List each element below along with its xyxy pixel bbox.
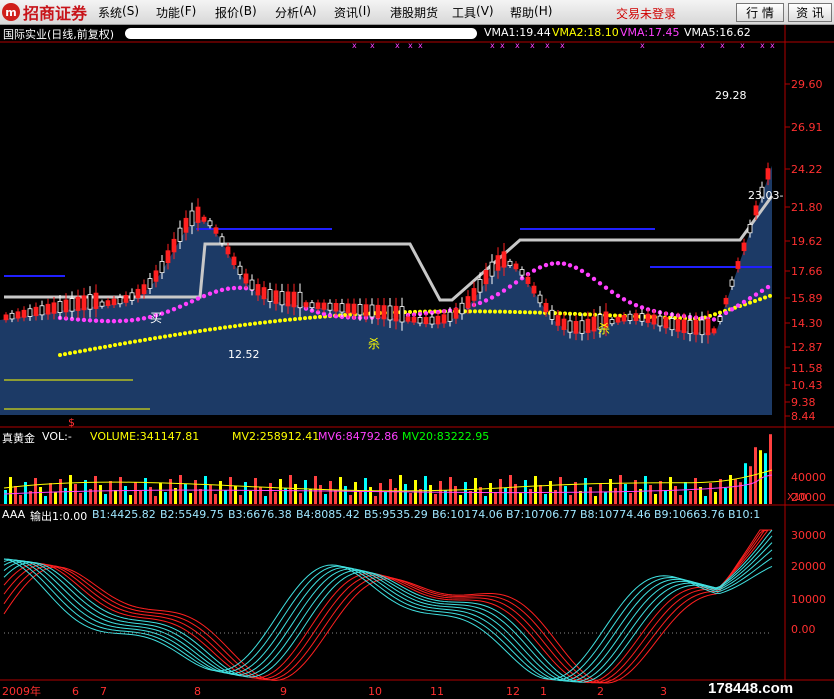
svg-text:x: x (515, 41, 520, 50)
buy-label: 买 (150, 311, 162, 325)
mid-annotation: 23.03- (748, 189, 783, 202)
svg-text:x: x (418, 41, 423, 50)
svg-text:x: x (760, 41, 765, 50)
sell-label-2: 杀 (598, 321, 610, 336)
ytick-label: 24.22 (791, 163, 823, 176)
aaa-ribbons (3, 529, 773, 684)
xaxis-label: 7 (100, 685, 107, 698)
svg-text:x: x (640, 41, 645, 50)
svg-text:x: x (370, 41, 375, 50)
ytick-label: 9.38 (791, 396, 816, 409)
dollar-marker: $ (68, 416, 75, 429)
sell-label-1: 杀 (368, 336, 380, 351)
ytick-label: 19.62 (791, 235, 823, 248)
vma1-line (4, 195, 774, 302)
low-annotation: 12.52 (228, 348, 260, 361)
volume-bars (4, 434, 772, 504)
aaa-tick-label: 30000 (791, 529, 826, 542)
aaa-tick-label: 0.00 (791, 623, 816, 636)
stock-chart[interactable]: $x x x x x x x x x x x x x x x x x29.2812.5223.03-买杀杀29.… (0, 0, 834, 699)
svg-text:x: x (352, 41, 357, 50)
ytick-label: 21.80 (791, 201, 823, 214)
xaxis-label: 6 (72, 685, 79, 698)
ytick-label: 12.87 (791, 341, 823, 354)
high-annotation: 29.28 (715, 89, 747, 102)
xaxis-label: 2 (597, 685, 604, 698)
xaxis-label: 12 (506, 685, 520, 698)
svg-text:x: x (700, 41, 705, 50)
ytick-label: 10.43 (791, 379, 823, 392)
vol-scale-label: X10 (787, 492, 807, 503)
price-area (0, 165, 772, 415)
watermark: 178448.com (708, 680, 794, 697)
svg-text:x: x (395, 41, 400, 50)
svg-text:x: x (408, 41, 413, 50)
svg-text:x: x (490, 41, 495, 50)
ytick-label: 15.89 (791, 292, 823, 305)
xaxis-label: 1 (540, 685, 547, 698)
aaa-tick-label: 10000 (791, 593, 826, 606)
svg-text:x: x (740, 41, 745, 50)
ytick-label: 14.30 (791, 317, 823, 330)
xaxis-label: 8 (194, 685, 201, 698)
ytick-label: 8.44 (791, 410, 816, 423)
ytick-label: 17.66 (791, 265, 823, 278)
svg-text:x: x (560, 41, 565, 50)
xaxis-label: 2009年 (2, 684, 41, 698)
svg-text:x: x (500, 41, 505, 50)
ytick-label: 26.91 (791, 121, 823, 134)
xaxis-label: 11 (430, 685, 444, 698)
xaxis-label: 3 (660, 685, 667, 698)
xaxis-label: 10 (368, 685, 382, 698)
ytick-label: 11.58 (791, 362, 823, 375)
xaxis-label: 9 (280, 685, 287, 698)
svg-text:x: x (720, 41, 725, 50)
ytick-label: 29.60 (791, 78, 823, 91)
vol-tick-40000: 40000 (791, 471, 826, 484)
aaa-tick-label: 20000 (791, 560, 826, 573)
svg-text:x: x (545, 41, 550, 50)
svg-text:x: x (770, 41, 775, 50)
svg-text:x: x (530, 41, 535, 50)
